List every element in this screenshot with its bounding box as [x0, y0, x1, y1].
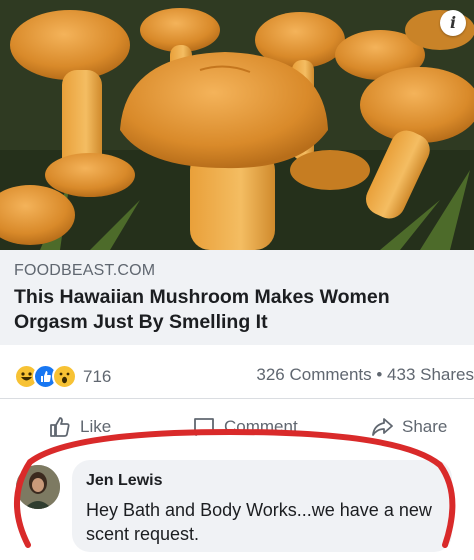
comments-shares-count[interactable]: 326 Comments • 433 Shares: [256, 365, 474, 385]
avatar[interactable]: [16, 465, 60, 509]
reaction-count: 716: [83, 366, 112, 386]
comment-icon: [194, 418, 214, 436]
comment-text: Hey Bath and Body Works...we have a new …: [86, 500, 432, 544]
comment-author[interactable]: Jen Lewis: [86, 472, 162, 490]
comment-bubble: Jen Lewis Hey Bath and Body Works...we h…: [72, 460, 452, 552]
like-label: Like: [80, 417, 112, 436]
thumbs-up-icon: [50, 417, 70, 437]
link-source: FOODBEAST.COM: [14, 262, 156, 279]
wow-reaction-icon: [52, 364, 77, 389]
share-label: Share: [402, 417, 448, 436]
post-stats: 716 326 Comments • 433 Shares: [0, 350, 474, 399]
like-button[interactable]: Like: [48, 415, 111, 439]
comment-label: Comment: [224, 417, 298, 436]
post-image[interactable]: i: [0, 0, 474, 250]
share-icon: [372, 418, 393, 436]
reactions-summary[interactable]: 716: [14, 364, 111, 389]
share-button[interactable]: Share: [370, 415, 447, 439]
link-headline[interactable]: This Hawaiian Mushroom Makes Women Orgas…: [14, 285, 454, 335]
info-icon[interactable]: i: [440, 10, 466, 36]
comment: Jen Lewis Hey Bath and Body Works...we h…: [0, 455, 474, 560]
post-actions: Like Comment Share: [0, 405, 474, 445]
comment-button[interactable]: Comment: [192, 415, 298, 439]
